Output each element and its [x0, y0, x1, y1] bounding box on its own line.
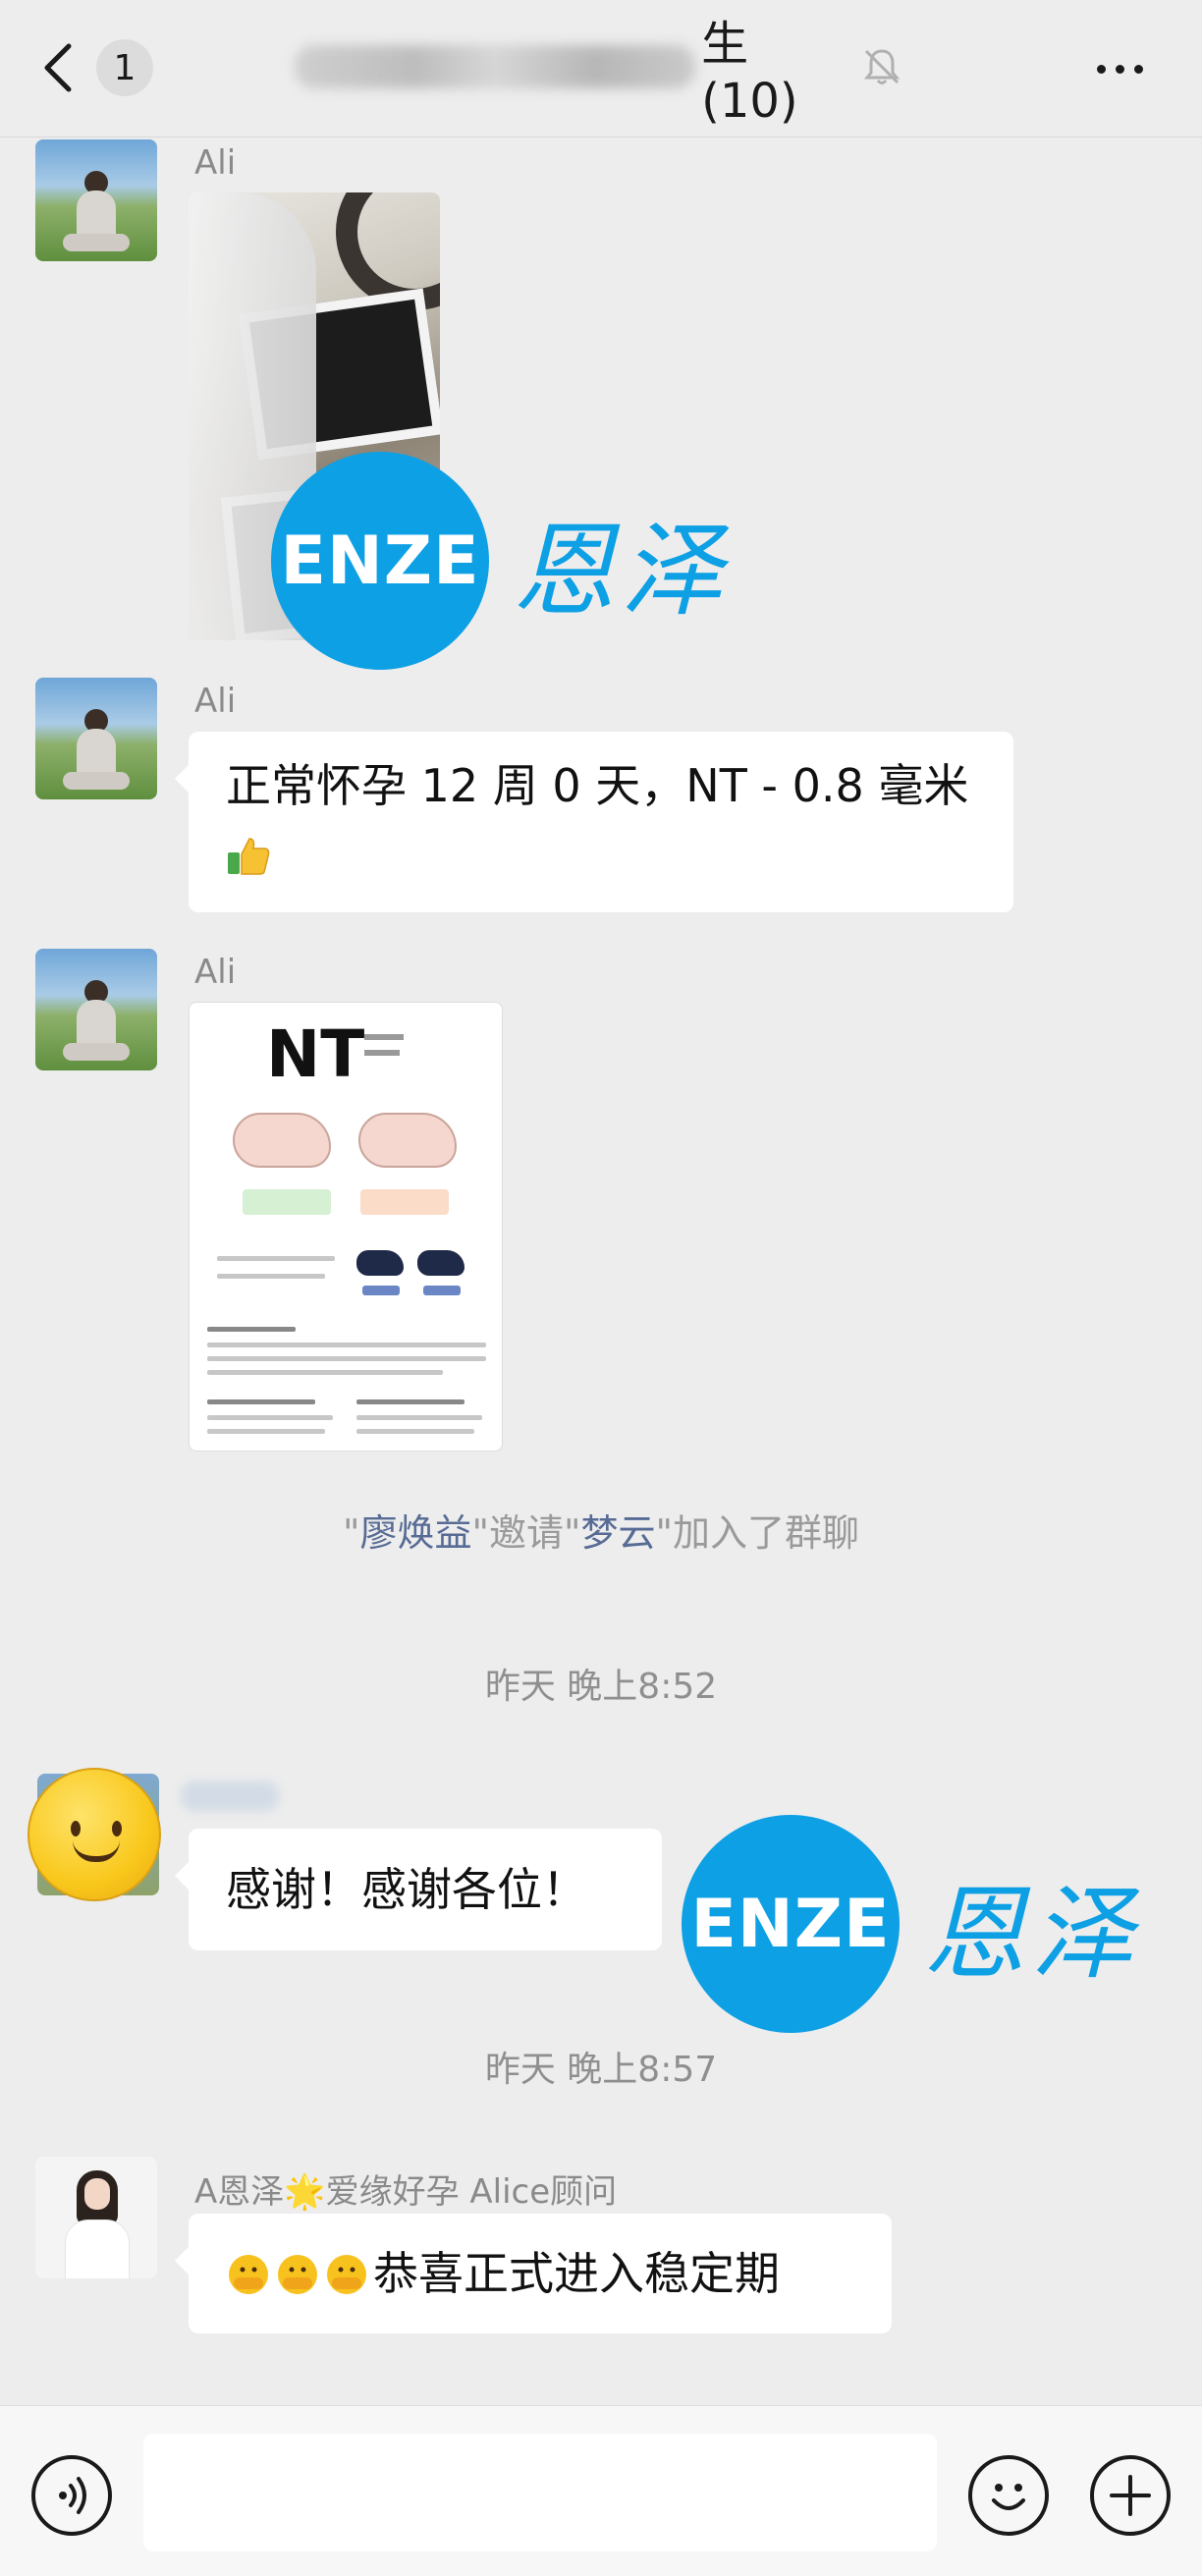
sender-name: Ali — [194, 682, 237, 721]
text-line — [217, 1274, 325, 1279]
avatar-legs — [63, 234, 130, 251]
voice-icon — [59, 2477, 86, 2514]
enze-logo-cn: 恩泽 — [923, 1873, 1140, 1994]
text-line — [356, 1429, 474, 1434]
avatar-legs — [63, 772, 130, 790]
sender-name: A恩泽🌟爱缘好孕 Alice顾问 — [194, 2172, 618, 2212]
joined-text: "加入了群聊 — [655, 1511, 859, 1555]
avatar-face — [84, 2178, 110, 2210]
more-functions-button[interactable] — [1090, 2455, 1171, 2536]
ultrasound-blob — [417, 1250, 464, 1276]
nt-image-subtext — [364, 1050, 400, 1056]
avatar-legs — [63, 1043, 130, 1061]
chat-header: 1 生(10) — [0, 0, 1202, 137]
system-invite-message: "廖焕益"邀请"梦云"加入了群聊 — [0, 1503, 1202, 1557]
text-line — [356, 1415, 482, 1420]
message-text: 正常怀孕 12 周 0 天，NT - 0.8 毫米 — [226, 759, 969, 812]
hiding-face-emoji-icon — [327, 2255, 366, 2294]
hiding-face-emoji-icon — [229, 2255, 268, 2294]
eye — [71, 1821, 81, 1836]
blue-tag — [362, 1286, 400, 1295]
muted-bell-icon — [863, 49, 901, 84]
redacted-title-blur — [295, 45, 696, 88]
message-content: 恭喜正式进入稳定期 — [226, 2233, 854, 2314]
avatar-ali[interactable] — [35, 678, 157, 799]
invite-text: "邀请" — [471, 1511, 581, 1555]
avatar-body — [65, 2220, 130, 2278]
text-line — [207, 1370, 443, 1375]
input-bar — [0, 2405, 1202, 2576]
message-text: 感谢！感谢各位！ — [226, 1863, 587, 1916]
avatar-ali[interactable] — [35, 949, 157, 1070]
blue-tag — [423, 1286, 461, 1295]
enze-logo-disc: ENZE — [271, 452, 489, 670]
text-line — [356, 1399, 464, 1404]
timestamp: 昨天 晚上8:52 — [484, 1667, 718, 1707]
enze-logo-cn: 恩泽 — [513, 510, 730, 630]
chat-page: 1 生(10) Ali ENZE 恩泽 Ali 正常怀孕 12 周 0 天，NT… — [0, 0, 1202, 2576]
message-text: 恭喜正式进入稳定期 — [373, 2247, 780, 2300]
more-options-button[interactable] — [1080, 39, 1159, 98]
enze-watermark-logo: ENZE 恩泽 — [271, 452, 729, 670]
quote: " — [343, 1511, 360, 1555]
enze-logo-disc: ENZE — [682, 1815, 900, 2033]
redacted-sender-name — [181, 1781, 279, 1811]
text-line — [207, 1327, 296, 1332]
message-bubble[interactable]: 恭喜正式进入稳定期 — [175, 2214, 892, 2333]
dot-icon — [1096, 64, 1106, 74]
fetus-illustration — [233, 1113, 331, 1168]
unread-count-badge: 1 — [96, 39, 153, 96]
timestamp: 昨天 晚上8:57 — [484, 2050, 718, 2090]
ultrasound-blob — [356, 1250, 404, 1276]
nt-image-title: NT — [266, 1016, 365, 1092]
emoji-button[interactable] — [968, 2455, 1049, 2536]
dot-icon — [1115, 64, 1124, 74]
plus-icon — [1110, 2475, 1151, 2516]
avatar-alice[interactable] — [35, 2157, 157, 2278]
abnormal-label-box — [360, 1189, 449, 1215]
fetus-illustration — [358, 1113, 457, 1168]
invitee-name[interactable]: 梦云 — [580, 1511, 655, 1555]
sender-name: Ali — [194, 143, 237, 183]
enze-watermark-logo: ENZE 恩泽 — [682, 1815, 1139, 2033]
smiley-icon — [992, 2484, 1025, 2510]
back-button[interactable]: 1 — [39, 33, 177, 102]
text-line — [207, 1415, 333, 1420]
nt-image-subtext — [364, 1034, 404, 1040]
chevron-left-icon — [44, 43, 72, 92]
voice-input-button[interactable] — [31, 2455, 112, 2536]
message-bubble[interactable]: 感谢！感谢各位！ — [175, 1829, 662, 1950]
nt-infographic-image[interactable]: NT — [189, 1002, 503, 1452]
dot-icon — [1133, 64, 1143, 74]
thumbs-up-icon — [228, 838, 270, 875]
text-line — [207, 1399, 315, 1404]
message-bubble[interactable]: 正常怀孕 12 周 0 天，NT - 0.8 毫米 — [175, 732, 1013, 912]
eye — [112, 1821, 122, 1836]
sender-name: Ali — [194, 953, 237, 992]
normal-label-box — [243, 1189, 331, 1215]
mouth — [73, 1840, 120, 1862]
hiding-face-emoji-icon — [278, 2255, 317, 2294]
message-input[interactable] — [143, 2434, 937, 2551]
text-line — [207, 1343, 486, 1347]
inviter-name[interactable]: 廖焕益 — [360, 1511, 472, 1555]
text-line — [217, 1256, 335, 1261]
avatar-ali[interactable] — [35, 139, 157, 261]
text-line — [207, 1356, 486, 1361]
smiley-face-icon — [27, 1768, 161, 1901]
chat-title-suffix: 生(10) — [701, 17, 798, 129]
text-line — [207, 1429, 325, 1434]
chat-title[interactable]: 生(10) — [295, 17, 845, 129]
